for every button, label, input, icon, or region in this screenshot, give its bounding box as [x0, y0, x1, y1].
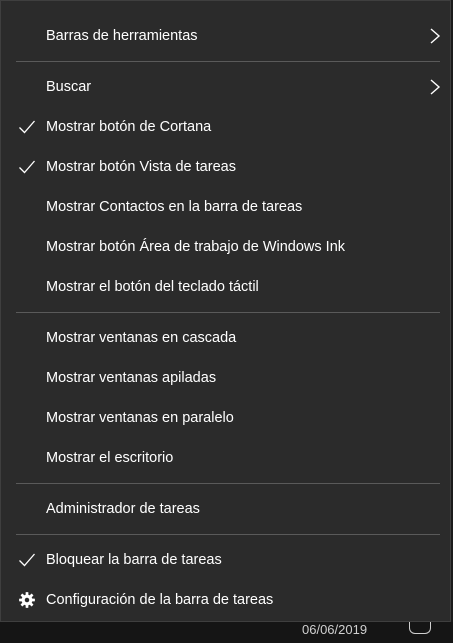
chevron-right-icon — [430, 79, 441, 95]
menu-item-show-task-view-button[interactable]: Mostrar botón Vista de tareas — [1, 147, 450, 187]
menu-item-search[interactable]: Buscar — [1, 67, 450, 107]
menu-item-label: Mostrar el escritorio — [46, 450, 174, 466]
menu-item-show-desktop[interactable]: Mostrar el escritorio — [1, 438, 450, 478]
menu-separator — [16, 61, 440, 62]
menu-item-side-by-side-windows[interactable]: Mostrar ventanas en paralelo — [1, 398, 450, 438]
menu-item-label: Mostrar botón Área de trabajo de Windows… — [46, 239, 346, 255]
checkmark-icon — [19, 160, 35, 174]
taskbar-context-menu: Barras de herramientas Buscar Mostrar bo… — [0, 0, 451, 622]
menu-item-label: Mostrar el botón del teclado táctil — [46, 279, 259, 295]
menu-item-label: Configuración de la barra de tareas — [46, 592, 274, 608]
action-center-icon[interactable] — [409, 622, 431, 634]
menu-item-label: Barras de herramientas — [46, 28, 198, 44]
checkmark-icon — [19, 120, 35, 134]
taskbar-date[interactable]: 06/06/2019 — [302, 623, 367, 637]
menu-item-taskbar-settings[interactable]: Configuración de la barra de tareas — [1, 580, 450, 620]
menu-separator — [16, 483, 440, 484]
menu-item-label: Mostrar ventanas en paralelo — [46, 410, 234, 426]
menu-item-label: Bloquear la barra de tareas — [46, 552, 222, 568]
menu-item-label: Mostrar botón de Cortana — [46, 119, 212, 135]
menu-item-label: Mostrar ventanas apiladas — [46, 370, 217, 386]
menu-item-show-windows-ink-button[interactable]: Mostrar botón Área de trabajo de Windows… — [1, 227, 450, 267]
menu-separator — [16, 312, 440, 313]
menu-item-label: Mostrar Contactos en la barra de tareas — [46, 199, 303, 215]
menu-item-stacked-windows[interactable]: Mostrar ventanas apiladas — [1, 358, 450, 398]
menu-separator — [16, 534, 440, 535]
menu-item-lock-taskbar[interactable]: Bloquear la barra de tareas — [1, 540, 450, 580]
menu-item-show-touch-keyboard-button[interactable]: Mostrar el botón del teclado táctil — [1, 267, 450, 307]
menu-item-toolbars[interactable]: Barras de herramientas — [1, 16, 450, 56]
menu-item-label: Buscar — [46, 79, 92, 95]
menu-item-show-contacts[interactable]: Mostrar Contactos en la barra de tareas — [1, 187, 450, 227]
menu-item-show-cortana-button[interactable]: Mostrar botón de Cortana — [1, 107, 450, 147]
gear-icon — [19, 592, 35, 608]
chevron-right-icon — [430, 28, 441, 44]
menu-item-label: Mostrar botón Vista de tareas — [46, 159, 236, 175]
menu-item-task-manager[interactable]: Administrador de tareas — [1, 489, 450, 529]
menu-item-label: Mostrar ventanas en cascada — [46, 330, 237, 346]
checkmark-icon — [19, 553, 35, 567]
menu-item-cascade-windows[interactable]: Mostrar ventanas en cascada — [1, 318, 450, 358]
taskbar: 06/06/2019 — [0, 622, 453, 643]
menu-item-label: Administrador de tareas — [46, 501, 200, 517]
